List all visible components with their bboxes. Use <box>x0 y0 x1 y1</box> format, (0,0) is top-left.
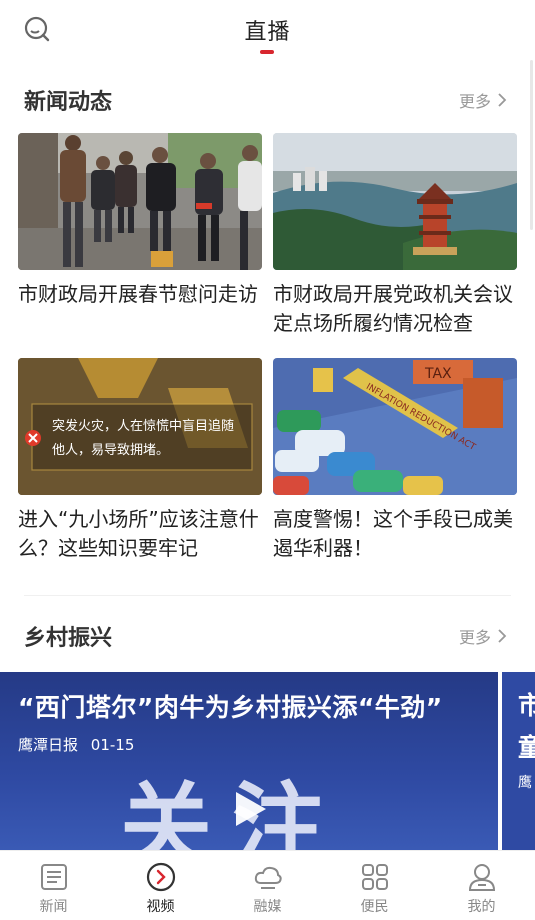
video-title: “西门塔尔”肉牛为乡村振兴添“牛劲” <box>18 693 443 722</box>
news-card-1[interactable]: 市财政局开展春节慰问走访 <box>18 133 262 338</box>
rural-section-header: 乡村振兴 更多 <box>0 620 535 660</box>
news-section-title: 新闻动态 <box>24 90 113 115</box>
news-card-4[interactable]: INFLATION REDUCTION ACT TAX 高度警惕！这个手段已成美… <box>273 358 517 563</box>
top-header: 直播 <box>0 0 535 60</box>
bottom-tab-bar: 新闻 视频 融媒 便民 我的 <box>0 850 535 920</box>
video2-title-line2: 童 <box>518 733 535 762</box>
page-title: 直播 <box>244 20 291 45</box>
tab-news[interactable]: 新闻 <box>0 851 107 920</box>
news-title-3: 进入“九小场所”应该注意什么？这些知识要牢记 <box>18 507 259 560</box>
video-date: 01-15 <box>90 736 135 754</box>
thumb-caption-2: 他人，易导致拥堵。 <box>52 443 169 458</box>
news-card-2[interactable]: 市财政局开展党政机关会议定点场所履约情况检查 <box>273 133 517 338</box>
tab-label: 便民 <box>360 899 389 915</box>
rural-section-title: 乡村振兴 <box>24 626 113 651</box>
news-icon <box>40 864 67 890</box>
news-title-4: 高度警惕！这个手段已成美遏华利器！ <box>273 507 513 560</box>
news-thumbnail-3: 突发火灾，人在惊慌中盲目追随 他人，易导致拥堵。 <box>18 358 262 495</box>
play-icon <box>236 792 266 826</box>
video2-title-line1: 市 <box>518 691 535 720</box>
thumb-sign-1: TAX <box>424 366 452 382</box>
video-icon <box>146 862 175 892</box>
tab-label: 融媒 <box>253 899 282 915</box>
news-thumbnail-2 <box>273 133 517 270</box>
tab-label: 我的 <box>467 899 496 915</box>
news-title-2: 市财政局开展党政机关会议定点场所履约情况检查 <box>273 282 513 335</box>
cloud-icon <box>254 866 282 889</box>
grid-icon <box>361 864 388 890</box>
more-label: 更多 <box>458 628 491 647</box>
tab-video[interactable]: 视频 <box>107 851 214 920</box>
tab-services[interactable]: 便民 <box>321 851 428 920</box>
tab-media[interactable]: 融媒 <box>214 851 321 920</box>
tab-profile[interactable]: 我的 <box>428 851 535 920</box>
chevron-right-icon <box>498 629 507 643</box>
chevron-right-icon <box>498 93 507 107</box>
user-icon <box>468 864 495 891</box>
video-meta: 鹰潭日报 01-15 <box>18 734 134 755</box>
play-button[interactable] <box>226 786 272 832</box>
video-card-2[interactable]: 市 童 鹰 <box>502 672 535 850</box>
tab-label: 新闻 <box>39 899 68 915</box>
video-source: 鹰潭日报 <box>18 736 79 754</box>
more-label: 更多 <box>458 92 491 111</box>
news-section-header: 新闻动态 更多 <box>0 84 535 124</box>
news-more-link[interactable]: 更多 <box>459 88 507 112</box>
tab-label: 视频 <box>146 899 175 915</box>
video2-source: 鹰 <box>518 775 532 791</box>
news-title-1: 市财政局开展春节慰问走访 <box>18 282 258 306</box>
news-card-3[interactable]: 突发火灾，人在惊慌中盲目追随 他人，易导致拥堵。 进入“九小场所”应该注意什么？… <box>18 358 262 563</box>
active-tab-indicator <box>260 50 274 54</box>
rural-more-link[interactable]: 更多 <box>459 624 507 648</box>
news-thumbnail-1 <box>18 133 262 270</box>
thumb-caption-1: 突发火灾，人在惊慌中盲目追随 <box>52 418 234 434</box>
news-thumbnail-4: INFLATION REDUCTION ACT TAX <box>273 358 517 495</box>
section-divider <box>24 595 511 596</box>
